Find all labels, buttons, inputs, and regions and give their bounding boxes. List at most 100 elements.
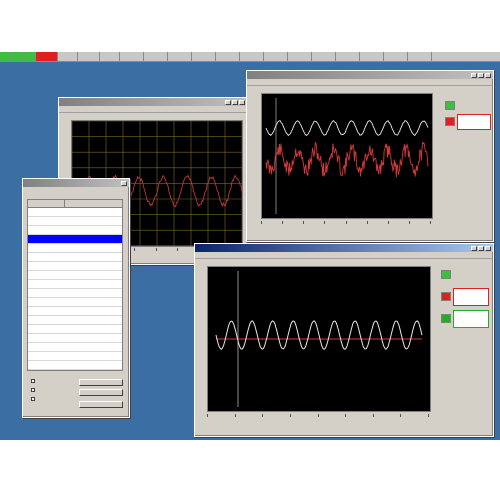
status-cell [336, 52, 360, 61]
dialog-button-1[interactable] [79, 379, 123, 386]
status-cell [216, 52, 240, 61]
list-item[interactable] [28, 234, 122, 244]
channel-2-indicator[interactable] [445, 117, 455, 126]
channel-2-panel[interactable] [457, 114, 491, 130]
channel-1-indicator[interactable] [445, 101, 455, 110]
scope-bottom-right-titlebar[interactable] [195, 244, 493, 252]
x-tick [134, 248, 136, 251]
channel-list[interactable] [27, 199, 123, 371]
checkbox-icon[interactable] [31, 388, 35, 392]
list-item[interactable] [28, 261, 122, 271]
list-item-value [64, 279, 122, 289]
channel-2-panel[interactable] [453, 288, 489, 306]
status-cell [168, 52, 192, 61]
top-status-bar [0, 52, 500, 62]
status-cell [192, 52, 216, 61]
channel-2-indicator[interactable] [441, 292, 451, 301]
empty-row [28, 369, 122, 370]
status-cell [408, 52, 432, 61]
list-item-name [28, 252, 64, 262]
column-header-value[interactable] [65, 200, 67, 207]
list-item-value [64, 216, 122, 226]
scope-bottom-right-toolbar [195, 252, 493, 259]
x-tick [372, 414, 374, 417]
x-tick [234, 414, 236, 417]
scope-top-right-window[interactable] [246, 70, 494, 242]
list-item-name [28, 243, 64, 253]
status-cell [264, 52, 288, 61]
list-item-name [28, 216, 64, 226]
list-item[interactable] [28, 288, 122, 298]
list-item[interactable] [28, 306, 122, 316]
x-tick [430, 221, 431, 224]
list-item-value [64, 234, 122, 244]
scope-grid-titlebar[interactable] [59, 98, 247, 106]
x-tick [155, 248, 157, 251]
scope-bottom-right-window[interactable] [194, 243, 494, 437]
list-item-name [28, 225, 64, 235]
empty-row [28, 342, 122, 352]
list-item-name [28, 270, 64, 280]
close-icon[interactable] [121, 180, 127, 186]
list-item-name [28, 261, 64, 271]
list-item-value [64, 297, 122, 307]
scope-grid-toolbar [59, 106, 247, 113]
maximize-icon[interactable] [232, 99, 238, 105]
maximize-icon[interactable] [478, 72, 484, 78]
option-checkbox-3[interactable] [31, 397, 36, 401]
x-tick [303, 221, 305, 224]
channel-1-indicator[interactable] [441, 270, 451, 279]
list-item[interactable] [28, 243, 122, 253]
minimize-icon[interactable] [471, 72, 477, 78]
list-item[interactable] [28, 208, 122, 217]
x-tick [176, 248, 178, 251]
list-item-name [28, 279, 64, 289]
channel-list-titlebar[interactable] [23, 179, 129, 187]
close-icon[interactable] [239, 99, 245, 105]
list-item[interactable] [28, 279, 122, 289]
list-item[interactable] [28, 297, 122, 307]
x-tick [207, 414, 208, 417]
list-item[interactable] [28, 252, 122, 262]
list-item-name [28, 288, 64, 298]
list-item-name [28, 234, 64, 244]
x-tick [317, 414, 319, 417]
column-header-name[interactable] [28, 200, 65, 207]
empty-row [28, 351, 122, 361]
status-cell [12, 52, 24, 61]
dialog-button-2[interactable] [79, 389, 123, 396]
empty-row [28, 333, 122, 343]
x-tick [428, 414, 429, 417]
close-icon[interactable] [485, 245, 491, 251]
option-checkbox-2[interactable] [31, 388, 36, 392]
dialog-button-3[interactable] [79, 401, 123, 408]
x-tick [345, 221, 347, 224]
status-cell [0, 52, 12, 61]
scope-bottom-right-display [207, 266, 431, 412]
list-item[interactable] [28, 216, 122, 226]
list-item-value [64, 261, 122, 271]
scope-top-right-titlebar[interactable] [247, 71, 493, 79]
minimize-icon[interactable] [471, 245, 477, 251]
close-icon[interactable] [485, 72, 491, 78]
x-tick [261, 221, 262, 224]
channel-3-panel[interactable] [453, 310, 489, 328]
channel-3-indicator[interactable] [441, 314, 451, 323]
list-item-value [64, 288, 122, 298]
checkbox-icon[interactable] [31, 397, 35, 401]
option-checkbox-1[interactable] [31, 379, 36, 383]
x-tick [387, 221, 389, 224]
checkbox-icon[interactable] [31, 379, 35, 383]
status-cell [288, 52, 312, 61]
maximize-icon[interactable] [478, 245, 484, 251]
empty-row [28, 360, 122, 370]
x-tick [282, 221, 284, 224]
list-item[interactable] [28, 270, 122, 280]
channel-list-window[interactable] [22, 178, 130, 418]
list-item-value [64, 243, 122, 253]
x-tick [345, 414, 347, 417]
status-cell [384, 52, 408, 61]
minimize-icon[interactable] [225, 99, 231, 105]
list-item-name [28, 297, 64, 307]
list-item[interactable] [28, 225, 122, 235]
